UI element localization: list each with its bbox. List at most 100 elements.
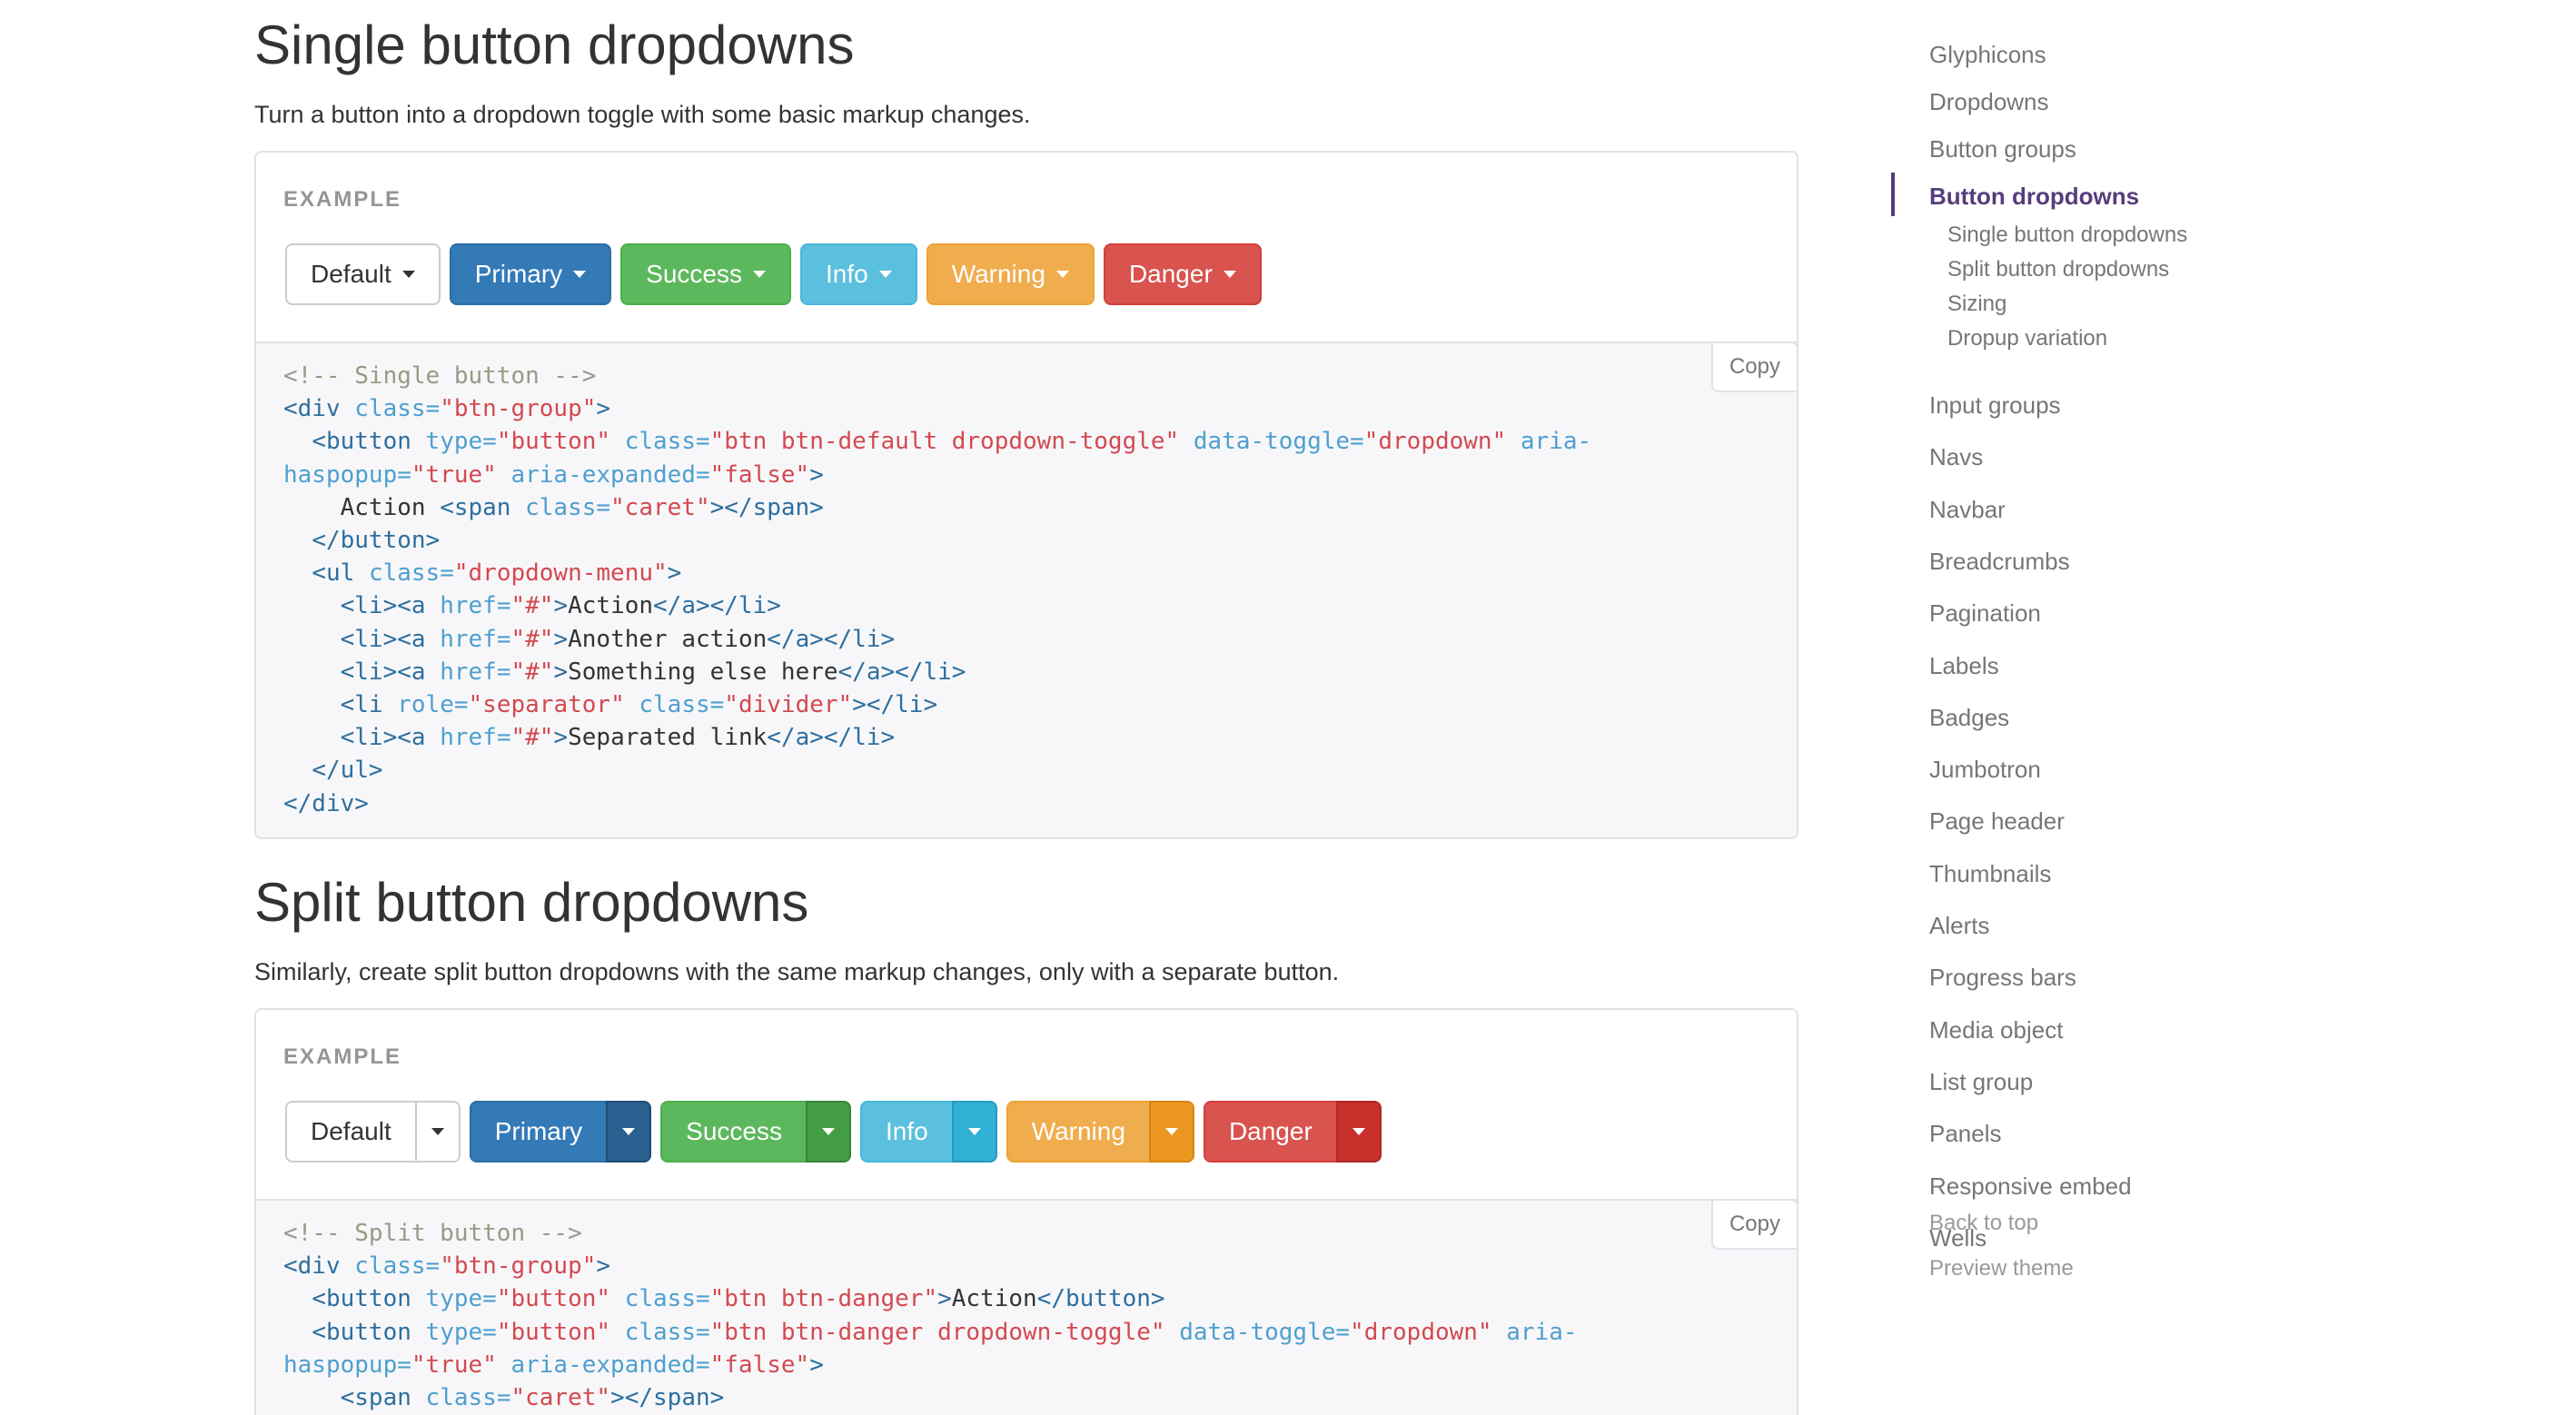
code-token-tag: <li><a: [340, 658, 441, 686]
sidebar-item-navbar[interactable]: Navbar: [1929, 495, 2006, 524]
caret-icon: [1223, 271, 1236, 278]
caret-icon: [573, 271, 587, 278]
code-token-attr: haspopup=: [283, 1351, 411, 1379]
code-token-attr: haspopup=: [283, 460, 411, 489]
sidebar-item-labels[interactable]: Labels: [1929, 651, 1999, 680]
code-token-text: Action: [568, 592, 654, 620]
sidebar-subitem-split-button-dropdowns[interactable]: Split button dropdowns: [1947, 256, 2169, 283]
code-token-attr: href=: [440, 658, 511, 686]
code-line: <!-- Split button -->: [283, 1217, 1769, 1250]
sidebar-item-input-groups[interactable]: Input groups: [1929, 391, 2061, 420]
default-toggle-button[interactable]: [414, 1101, 461, 1163]
sidebar-item-media-object[interactable]: Media object: [1929, 1015, 2063, 1044]
danger-action-button[interactable]: Danger: [1203, 1101, 1338, 1163]
sidebar-subitem-dropup-variation[interactable]: Dropup variation: [1947, 325, 2107, 352]
sidebar-subitem-single-button-dropdowns[interactable]: Single button dropdowns: [1947, 222, 2187, 249]
code-token-attr: role=: [397, 691, 469, 719]
code-token-attr: class=: [425, 1384, 511, 1412]
code-token-text: Separated link: [568, 724, 768, 752]
sidebar-item-alerts[interactable]: Alerts: [1929, 911, 1989, 940]
info-dropdown-button[interactable]: Info: [800, 243, 917, 305]
code-token-attr: class=: [639, 691, 725, 719]
warning-action-button[interactable]: Warning: [1006, 1101, 1151, 1163]
sidebar-item-page-header[interactable]: Page header: [1929, 806, 2065, 836]
warning-toggle-button[interactable]: [1148, 1101, 1194, 1163]
code-token-str: "true": [411, 1351, 497, 1379]
danger-dropdown-button[interactable]: Danger: [1103, 243, 1262, 305]
code-token-attr: class=: [354, 1252, 441, 1281]
caret-icon: [878, 271, 892, 278]
code-token-tag: </a></li>: [653, 592, 781, 620]
code-token-attr: aria-: [1520, 428, 1592, 456]
sidebar-item-dropdowns[interactable]: Dropdowns: [1929, 87, 2049, 116]
code-token-attr: data-toggle=: [1179, 1318, 1351, 1346]
success-action-button[interactable]: Success: [660, 1101, 807, 1163]
code-line: <ul class="dropdown-menu">: [283, 557, 1769, 589]
code-token-str: "separator": [468, 691, 625, 719]
code-token-attr: type=: [425, 1285, 497, 1313]
split-default: Default: [285, 1101, 461, 1163]
sidebar-item-glyphicons[interactable]: Glyphicons: [1929, 40, 2046, 69]
sidebar-item-navs[interactable]: Navs: [1929, 442, 1983, 471]
caret-icon: [431, 1128, 444, 1135]
split-button-row: Default Primary Success Info Warning Dan…: [285, 1101, 1382, 1163]
code-token-attr: class=: [368, 559, 454, 588]
success-toggle-button[interactable]: [806, 1101, 851, 1163]
code-token-attr: data-toggle=: [1193, 428, 1364, 456]
danger-toggle-button[interactable]: [1335, 1101, 1382, 1163]
sidebar-subitem-sizing[interactable]: Sizing: [1947, 291, 2006, 318]
sidebar-item-list-group[interactable]: List group: [1929, 1067, 2033, 1096]
success-dropdown-button[interactable]: Success: [620, 243, 791, 305]
preview-theme-link[interactable]: Preview theme: [1929, 1255, 2074, 1282]
sidebar-item-badges[interactable]: Badges: [1929, 703, 2009, 732]
code-token-comment: <!-- Single button -->: [283, 362, 597, 390]
sidebar-item-jumbotron[interactable]: Jumbotron: [1929, 755, 2041, 784]
sidebar-item-thumbnails[interactable]: Thumbnails: [1929, 859, 2051, 888]
single-button-row: Default Primary Success Info Warning Dan…: [285, 243, 1262, 305]
sidebar-item-progress-bars[interactable]: Progress bars: [1929, 963, 2076, 992]
sidebar-item-responsive-embed[interactable]: Responsive embed: [1929, 1172, 2132, 1201]
sidebar-item-pagination[interactable]: Pagination: [1929, 599, 2041, 628]
code-block-split-button: Copy <!-- Split button --> <div class="bt…: [254, 1201, 1798, 1415]
info-toggle-button[interactable]: [951, 1101, 997, 1163]
example-label: EXAMPLE: [283, 187, 402, 212]
code-token-str: "false": [709, 460, 810, 489]
default-action-button[interactable]: Default: [285, 1101, 417, 1163]
info-action-button[interactable]: Info: [860, 1101, 954, 1163]
code-token-text: Another action: [568, 625, 768, 653]
caret-icon: [1164, 1128, 1178, 1135]
code-line: <button type="button" class="btn btn-def…: [283, 425, 1769, 458]
sidebar-item-button-dropdowns[interactable]: Button dropdowns: [1929, 182, 2139, 211]
code-token-str: "#": [510, 592, 554, 620]
sidebar-item-panels[interactable]: Panels: [1929, 1119, 2002, 1148]
code-token-attr: href=: [440, 724, 511, 752]
code-token-str: "false": [709, 1351, 810, 1379]
primary-dropdown-button[interactable]: Primary: [449, 243, 612, 305]
copy-button[interactable]: Copy: [1710, 1201, 1797, 1250]
primary-action-button[interactable]: Primary: [469, 1101, 609, 1163]
sidebar-item-wells[interactable]: Wells: [1929, 1223, 1986, 1252]
copy-button[interactable]: Copy: [1710, 343, 1797, 392]
code-token-tag: >: [553, 658, 569, 686]
sidebar-item-breadcrumbs[interactable]: Breadcrumbs: [1929, 547, 2070, 576]
default-dropdown-button[interactable]: Default: [285, 243, 441, 305]
code-token-str: "divider": [724, 691, 853, 719]
code-line: <button type="button" class="btn btn-dan…: [283, 1282, 1769, 1315]
primary-toggle-button[interactable]: [606, 1101, 652, 1163]
code-token-tag: >: [553, 625, 569, 653]
code-token-tag: >: [596, 1252, 611, 1281]
warning-dropdown-button[interactable]: Warning: [926, 243, 1095, 305]
code-token-tag: <button: [312, 1285, 426, 1313]
code-token-tag: >: [667, 559, 682, 588]
code-token-tag: <li><a: [340, 592, 441, 620]
code-token-str: "#": [510, 724, 554, 752]
sidebar-item-button-groups[interactable]: Button groups: [1929, 134, 2076, 163]
